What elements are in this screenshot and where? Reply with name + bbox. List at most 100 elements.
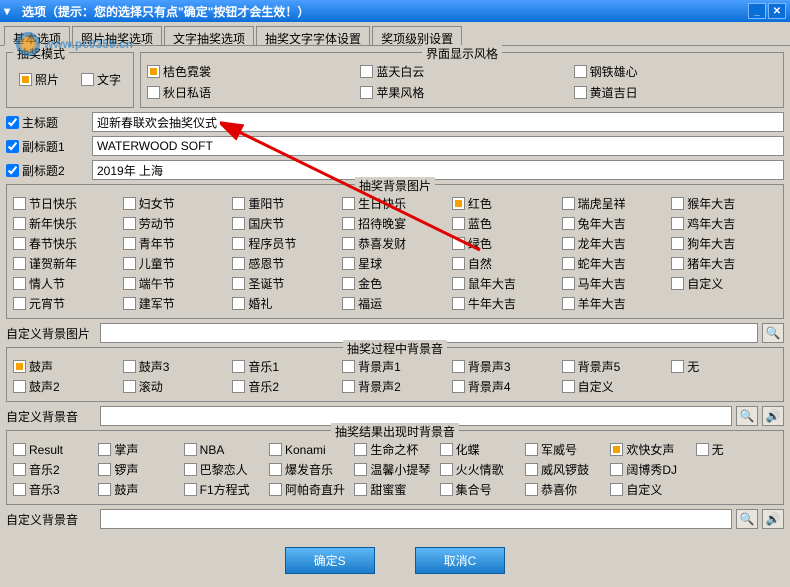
resgrid-opt-23[interactable]: 集合号 — [440, 481, 521, 498]
sub1-title-check[interactable] — [6, 140, 19, 153]
procgrid-opt-7[interactable]: 鼓声2 — [13, 378, 119, 395]
bggrid-opt-32[interactable]: 鼠年大吉 — [452, 275, 558, 292]
procgrid-opt-5[interactable]: 背景声5 — [562, 358, 668, 375]
tab-4[interactable]: 奖项级别设置 — [372, 26, 462, 45]
procgrid-opt-10[interactable]: 背景声2 — [342, 378, 448, 395]
bggrid-opt-22[interactable]: 儿童节 — [123, 255, 229, 272]
bggrid-opt-21[interactable]: 谨贺新年 — [13, 255, 119, 272]
browse-result-sound-button[interactable]: 🔍 — [736, 509, 758, 529]
bggrid-opt-9[interactable]: 国庆节 — [232, 215, 338, 232]
resgrid-opt-19[interactable]: 鼓声 — [98, 481, 179, 498]
resgrid-opt-2[interactable]: NBA — [184, 441, 265, 458]
bggrid-opt-29[interactable]: 端午节 — [123, 275, 229, 292]
resgrid-opt-6[interactable]: 军威号 — [525, 441, 606, 458]
bggrid-opt-39[interactable]: 牛年大吉 — [452, 295, 558, 312]
bggrid-opt-20[interactable]: 狗年大吉 — [671, 235, 777, 252]
tab-3[interactable]: 抽奖文字字体设置 — [256, 26, 370, 45]
main-title-input[interactable] — [92, 112, 784, 132]
sub2-title-check[interactable] — [6, 164, 19, 177]
ok-button[interactable]: 确定S — [285, 547, 375, 574]
procgrid-opt-8[interactable]: 滚动 — [123, 378, 229, 395]
bggrid-opt-36[interactable]: 建军节 — [123, 295, 229, 312]
procgrid-opt-11[interactable]: 背景声4 — [452, 378, 558, 395]
procgrid-opt-4[interactable]: 背景声3 — [452, 358, 558, 375]
play-process-sound-button[interactable]: 🔊 — [762, 406, 784, 426]
bggrid-opt-31[interactable]: 金色 — [342, 275, 448, 292]
titlebar-menu-icon[interactable]: ▾ — [4, 4, 18, 18]
resgrid-opt-11[interactable]: 巴黎恋人 — [184, 461, 265, 478]
bggrid-opt-37[interactable]: 婚礼 — [232, 295, 338, 312]
bggrid-opt-10[interactable]: 招待晚宴 — [342, 215, 448, 232]
resgrid-opt-16[interactable]: 阔博秀DJ — [610, 461, 691, 478]
style-opt-0[interactable]: 桔色霓裳 — [147, 63, 350, 80]
bggrid-opt-12[interactable]: 兔年大吉 — [562, 215, 668, 232]
bggrid-opt-15[interactable]: 青年节 — [123, 235, 229, 252]
minimize-button[interactable]: _ — [748, 3, 766, 19]
mode-opt-0[interactable]: 照片 — [19, 71, 59, 88]
procgrid-opt-3[interactable]: 背景声1 — [342, 358, 448, 375]
resgrid-opt-8[interactable]: 无 — [696, 441, 777, 458]
procgrid-opt-6[interactable]: 无 — [671, 358, 777, 375]
bggrid-opt-28[interactable]: 情人节 — [13, 275, 119, 292]
procgrid-opt-2[interactable]: 音乐1 — [232, 358, 338, 375]
resgrid-opt-12[interactable]: 爆发音乐 — [269, 461, 350, 478]
resgrid-opt-5[interactable]: 化蝶 — [440, 441, 521, 458]
bggrid-opt-11[interactable]: 蓝色 — [452, 215, 558, 232]
bggrid-opt-17[interactable]: 恭喜发财 — [342, 235, 448, 252]
bggrid-opt-3[interactable]: 生日快乐 — [342, 195, 448, 212]
bggrid-opt-23[interactable]: 感恩节 — [232, 255, 338, 272]
bggrid-opt-24[interactable]: 星球 — [342, 255, 448, 272]
bggrid-opt-38[interactable]: 福运 — [342, 295, 448, 312]
bggrid-opt-1[interactable]: 妇女节 — [123, 195, 229, 212]
bggrid-opt-7[interactable]: 新年快乐 — [13, 215, 119, 232]
resgrid-opt-9[interactable]: 音乐2 — [13, 461, 94, 478]
tab-2[interactable]: 文字抽奖选项 — [164, 26, 254, 45]
bggrid-opt-40[interactable]: 羊年大吉 — [562, 295, 668, 312]
procgrid-opt-0[interactable]: 鼓声 — [13, 358, 119, 375]
bggrid-opt-18[interactable]: 绿色 — [452, 235, 558, 252]
custom-result-sound-input[interactable] — [100, 509, 732, 529]
resgrid-opt-22[interactable]: 甜蜜蜜 — [354, 481, 435, 498]
cancel-button[interactable]: 取消C — [415, 547, 506, 574]
resgrid-opt-1[interactable]: 掌声 — [98, 441, 179, 458]
style-opt-4[interactable]: 苹果风格 — [360, 84, 563, 101]
bggrid-opt-16[interactable]: 程序员节 — [232, 235, 338, 252]
browse-bgimg-button[interactable]: 🔍 — [762, 323, 784, 343]
resgrid-opt-4[interactable]: 生命之杯 — [354, 441, 435, 458]
resgrid-opt-15[interactable]: 威风锣鼓 — [525, 461, 606, 478]
bggrid-opt-35[interactable]: 元宵节 — [13, 295, 119, 312]
resgrid-opt-25[interactable]: 自定义 — [610, 481, 691, 498]
mode-opt-1[interactable]: 文字 — [81, 71, 121, 88]
resgrid-opt-13[interactable]: 温馨小提琴 — [354, 461, 435, 478]
bggrid-opt-19[interactable]: 龙年大吉 — [562, 235, 668, 252]
tab-1[interactable]: 照片抽奖选项 — [72, 26, 162, 45]
main-title-check[interactable] — [6, 116, 19, 129]
close-button[interactable]: ✕ — [768, 3, 786, 19]
resgrid-opt-24[interactable]: 恭喜你 — [525, 481, 606, 498]
style-opt-5[interactable]: 黄道吉日 — [574, 84, 777, 101]
bggrid-opt-14[interactable]: 春节快乐 — [13, 235, 119, 252]
style-opt-3[interactable]: 秋日私语 — [147, 84, 350, 101]
bggrid-opt-8[interactable]: 劳动节 — [123, 215, 229, 232]
bggrid-opt-4[interactable]: 红色 — [452, 195, 558, 212]
bggrid-opt-13[interactable]: 鸡年大吉 — [671, 215, 777, 232]
procgrid-opt-12[interactable]: 自定义 — [562, 378, 668, 395]
bggrid-opt-2[interactable]: 重阳节 — [232, 195, 338, 212]
style-opt-1[interactable]: 蓝天白云 — [360, 63, 563, 80]
resgrid-opt-3[interactable]: Konami — [269, 441, 350, 458]
resgrid-opt-7[interactable]: 欢快女声 — [610, 441, 691, 458]
bggrid-opt-25[interactable]: 自然 — [452, 255, 558, 272]
bggrid-opt-0[interactable]: 节日快乐 — [13, 195, 119, 212]
bggrid-opt-27[interactable]: 猪年大吉 — [671, 255, 777, 272]
style-opt-2[interactable]: 钢铁雄心 — [574, 63, 777, 80]
resgrid-opt-18[interactable]: 音乐3 — [13, 481, 94, 498]
play-result-sound-button[interactable]: 🔊 — [762, 509, 784, 529]
bggrid-opt-33[interactable]: 马年大吉 — [562, 275, 668, 292]
resgrid-opt-10[interactable]: 锣声 — [98, 461, 179, 478]
procgrid-opt-9[interactable]: 音乐2 — [232, 378, 338, 395]
resgrid-opt-14[interactable]: 火火情歌 — [440, 461, 521, 478]
sub1-title-input[interactable] — [92, 136, 784, 156]
bggrid-opt-34[interactable]: 自定义 — [671, 275, 777, 292]
resgrid-opt-20[interactable]: F1方程式 — [184, 481, 265, 498]
tab-0[interactable]: 基本选项 — [4, 26, 70, 46]
